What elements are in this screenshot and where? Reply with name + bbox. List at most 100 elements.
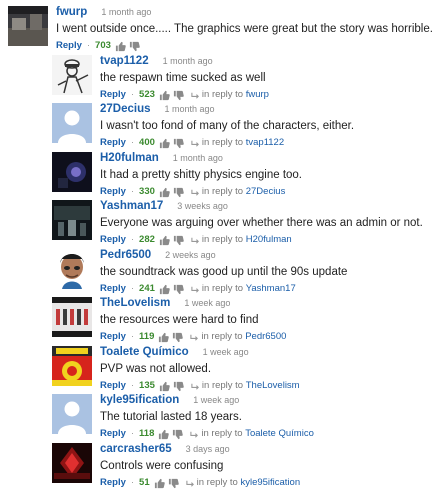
separator: · xyxy=(130,283,135,294)
comment-timestamp: 1 week ago xyxy=(184,298,231,308)
reply-button[interactable]: Reply xyxy=(100,331,126,343)
avatar-image xyxy=(52,346,92,386)
comment-actions: Reply · 119 in reply to Pedr6500 xyxy=(100,331,286,343)
reply-arrow-icon xyxy=(191,140,199,147)
avatar[interactable] xyxy=(52,152,92,192)
avatar-image xyxy=(52,249,92,289)
comment-actions: Reply · 400 in reply to tvap1122 xyxy=(100,137,354,149)
avatar[interactable] xyxy=(52,103,92,143)
thumbs-down-icon[interactable] xyxy=(173,138,184,149)
avatar[interactable] xyxy=(52,200,92,240)
thumbs-up-icon[interactable] xyxy=(159,187,170,198)
comment-timestamp: 2 weeks ago xyxy=(165,250,216,260)
in-reply-to-link[interactable]: H20fulman xyxy=(246,234,292,246)
comment-actions: Reply · 118 in reply to Toalete Químico xyxy=(100,428,314,440)
reply-button[interactable]: Reply xyxy=(100,380,126,392)
avatar[interactable] xyxy=(52,394,92,434)
comment-author[interactable]: tvap1122 xyxy=(100,55,149,68)
thumbs-down-icon[interactable] xyxy=(173,90,184,101)
comment-text: I went outside once..... The graphics we… xyxy=(56,23,432,35)
thumbs-up-icon[interactable] xyxy=(158,332,170,343)
comment-actions: Reply · 282 in reply to H20fulman xyxy=(100,234,423,246)
avatar[interactable] xyxy=(52,297,92,337)
comment-author[interactable]: TheLovelism xyxy=(100,297,170,310)
thumbs-down-icon[interactable] xyxy=(172,429,184,440)
reply-button[interactable]: Reply xyxy=(100,186,126,198)
reply-button[interactable]: Reply xyxy=(100,428,126,440)
reply-button[interactable]: Reply xyxy=(100,283,126,295)
reply-button[interactable]: Reply xyxy=(100,477,126,489)
thumbs-down-icon[interactable] xyxy=(173,235,184,246)
separator: · xyxy=(130,137,135,148)
comment-timestamp: 1 month ago xyxy=(162,56,213,66)
thumbs-up-icon[interactable] xyxy=(115,41,126,52)
thumbs-up-icon[interactable] xyxy=(159,381,170,392)
reply-arrow-icon xyxy=(190,334,199,341)
comment-timestamp: 3 weeks ago xyxy=(177,201,228,211)
separator: · xyxy=(130,428,135,439)
comment-author[interactable]: Toalete Químico xyxy=(100,346,189,359)
in-reply-to-link[interactable]: 27Decius xyxy=(246,186,286,198)
comment-author[interactable]: H20fulman xyxy=(100,152,159,165)
in-reply-to-link[interactable]: kyle95ification xyxy=(240,477,300,489)
like-count: 282 xyxy=(139,234,155,245)
reply-button[interactable]: Reply xyxy=(56,40,82,52)
comment: fwurp 1 month ago I went outside once....… xyxy=(8,6,432,52)
thumbs-down-icon[interactable] xyxy=(173,187,184,198)
comment-author[interactable]: Pedr6500 xyxy=(100,249,151,262)
in-reply-to-link[interactable]: tvap1122 xyxy=(246,137,284,149)
thumbs-up-icon[interactable] xyxy=(159,284,170,295)
comment: 27Decius 1 month ago I wasn't too fond of… xyxy=(52,103,354,149)
comment-text: The tutorial lasted 18 years. xyxy=(100,411,242,423)
comment-author[interactable]: kyle95ification xyxy=(100,394,179,407)
thumbs-down-icon[interactable] xyxy=(173,381,184,392)
in-reply-to-link[interactable]: fwurp xyxy=(246,89,269,101)
reply-arrow-icon xyxy=(191,92,199,99)
avatar[interactable] xyxy=(8,6,48,46)
avatar-image xyxy=(52,200,92,240)
default-avatar-icon xyxy=(52,394,92,434)
reply-button[interactable]: Reply xyxy=(100,89,126,101)
in-reply-to-link[interactable]: Toalete Químico xyxy=(245,428,314,440)
thumbs-up-icon[interactable] xyxy=(159,235,170,246)
avatar[interactable] xyxy=(52,346,92,386)
thumbs-up-icon[interactable] xyxy=(154,478,165,489)
separator: · xyxy=(130,331,135,342)
avatar[interactable] xyxy=(52,249,92,289)
comment-timestamp: 1 week ago xyxy=(193,395,240,405)
comment-actions: Reply · 523 in reply to fwurp xyxy=(100,89,269,101)
like-count: 119 xyxy=(139,331,155,342)
avatar[interactable] xyxy=(52,55,92,95)
comment-thread: fwurp 1 month ago I went outside once....… xyxy=(0,0,432,500)
comment-author[interactable]: fwurp xyxy=(56,6,87,19)
reply-button[interactable]: Reply xyxy=(100,137,126,149)
thumbs-up-icon[interactable] xyxy=(159,138,170,149)
avatar-image xyxy=(52,297,92,337)
in-reply-to-link[interactable]: TheLovelism xyxy=(246,380,300,392)
thumbs-up-icon[interactable] xyxy=(158,429,170,440)
thumbs-down-icon[interactable] xyxy=(172,332,184,343)
comment: carcrasher65 3 days ago Controls were con… xyxy=(52,443,300,489)
comment-text: Controls were confusing xyxy=(100,460,224,472)
thumbs-down-icon[interactable] xyxy=(168,478,179,489)
separator: · xyxy=(130,380,135,391)
thumbs-down-icon[interactable] xyxy=(173,284,184,295)
avatar-image xyxy=(52,443,92,483)
in-reply-to-link[interactable]: Pedr6500 xyxy=(245,331,286,343)
comment-author[interactable]: carcrasher65 xyxy=(100,443,172,456)
in-reply-label: in reply to xyxy=(201,137,244,148)
avatar[interactable] xyxy=(52,443,92,483)
in-reply-to-link[interactable]: Yashman17 xyxy=(246,283,296,295)
reply-arrow-icon xyxy=(191,286,199,293)
in-reply-label: in reply to xyxy=(201,283,244,294)
comment-author[interactable]: Yashman17 xyxy=(100,200,163,213)
reply-button[interactable]: Reply xyxy=(100,234,126,246)
like-count: 51 xyxy=(139,477,150,488)
thumbs-up-icon[interactable] xyxy=(159,90,170,101)
comment-text: I wasn't too fond of many of the charact… xyxy=(100,120,355,132)
comment-author[interactable]: 27Decius xyxy=(100,103,151,116)
like-count: 118 xyxy=(139,428,155,439)
comment-actions: Reply · 703 xyxy=(56,40,432,52)
like-count: 523 xyxy=(139,89,155,100)
thumbs-down-icon[interactable] xyxy=(129,41,140,52)
